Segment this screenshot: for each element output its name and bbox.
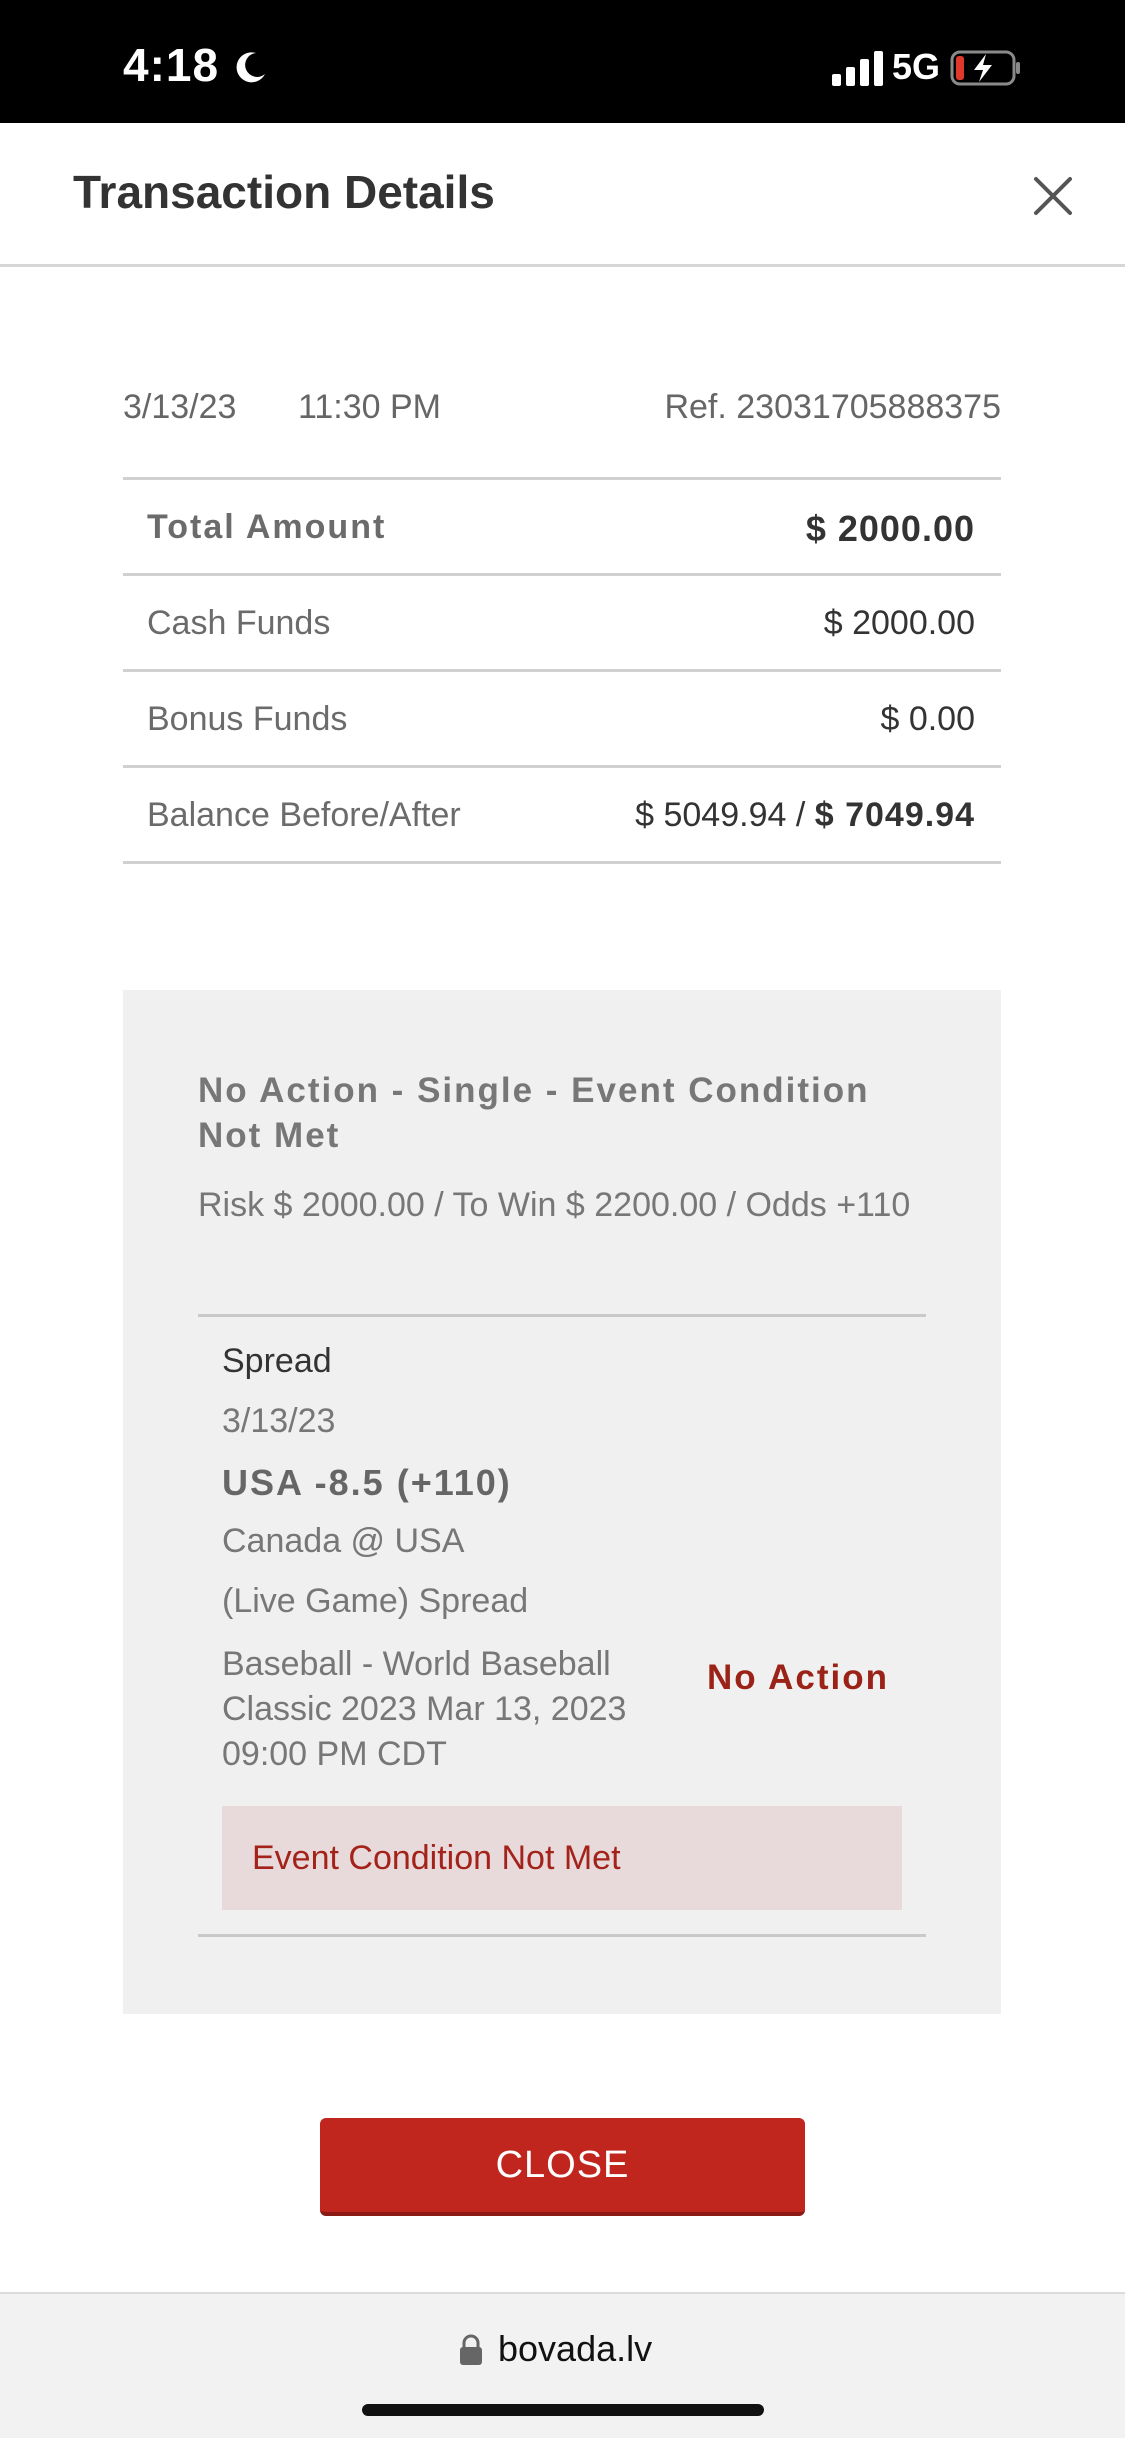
- total-amount-value: $ 2000.00: [805, 508, 975, 549]
- bet-risk-line: Risk $ 2000.00 / To Win $ 2200.00 / Odds…: [198, 1186, 911, 1224]
- transaction-time: 11:30 PM: [298, 388, 442, 426]
- status-bar: 4:18 5G: [0, 0, 1125, 123]
- status-time: 4:18: [123, 39, 220, 91]
- modal-header: Transaction Details: [0, 123, 1125, 267]
- divider: [198, 1314, 926, 1317]
- divider: [198, 1934, 926, 1937]
- battery-charging-icon: [950, 50, 1020, 86]
- leg-event: Baseball - World Baseball Classic 2023 M…: [222, 1645, 627, 1773]
- balance-before: $ 5049.94 /: [635, 796, 806, 834]
- page-title: Transaction Details: [73, 166, 495, 218]
- close-button[interactable]: CLOSE: [320, 2118, 805, 2216]
- leg-selection: USA -8.5 (+110): [222, 1462, 512, 1503]
- summary-table: Total Amount $ 2000.00 Cash Funds $ 2000…: [123, 477, 1001, 864]
- leg-type: (Live Game) Spread: [222, 1582, 529, 1620]
- balance-row: Balance Before/After $ 5049.94 / $ 7049.…: [123, 768, 1001, 864]
- bet-title: No Action - Single - Event Condition Not…: [198, 1071, 870, 1155]
- leg-date: 3/13/23: [222, 1402, 336, 1440]
- bonus-funds-value: $ 0.00: [880, 700, 975, 738]
- event-notice-text: Event Condition Not Met: [252, 1839, 621, 1877]
- bet-card: No Action - Single - Event Condition Not…: [123, 990, 1001, 2014]
- cash-funds-label: Cash Funds: [147, 604, 331, 642]
- lock-icon: [460, 2334, 482, 2365]
- transaction-ref: Ref. 23031705888375: [664, 388, 1001, 426]
- balance-label: Balance Before/After: [147, 796, 461, 834]
- cash-funds-row: Cash Funds $ 2000.00: [123, 576, 1001, 672]
- leg-market: Spread: [222, 1342, 332, 1380]
- cash-funds-value: $ 2000.00: [823, 604, 975, 642]
- network-label: 5G: [892, 46, 941, 87]
- bonus-funds-label: Bonus Funds: [147, 700, 348, 738]
- total-amount-label: Total Amount: [147, 508, 387, 546]
- balance-value: $ 5049.94 / $ 7049.94: [635, 796, 975, 835]
- url-text[interactable]: bovada.lv: [498, 2328, 652, 2370]
- signal-icon: [832, 51, 883, 86]
- home-indicator: [362, 2404, 764, 2416]
- transaction-date: 3/13/23: [123, 388, 237, 426]
- bonus-funds-row: Bonus Funds $ 0.00: [123, 672, 1001, 768]
- total-amount-row: Total Amount $ 2000.00: [123, 480, 1001, 576]
- event-notice: Event Condition Not Met: [222, 1806, 902, 1910]
- browser-url-bar[interactable]: bovada.lv: [0, 2292, 1125, 2438]
- leg-matchup: Canada @ USA: [222, 1522, 465, 1560]
- balance-after: $ 7049.94: [814, 796, 975, 834]
- close-icon[interactable]: [1028, 171, 1078, 221]
- moon-icon: [236, 52, 265, 83]
- leg-status-badge: No Action: [707, 1658, 889, 1697]
